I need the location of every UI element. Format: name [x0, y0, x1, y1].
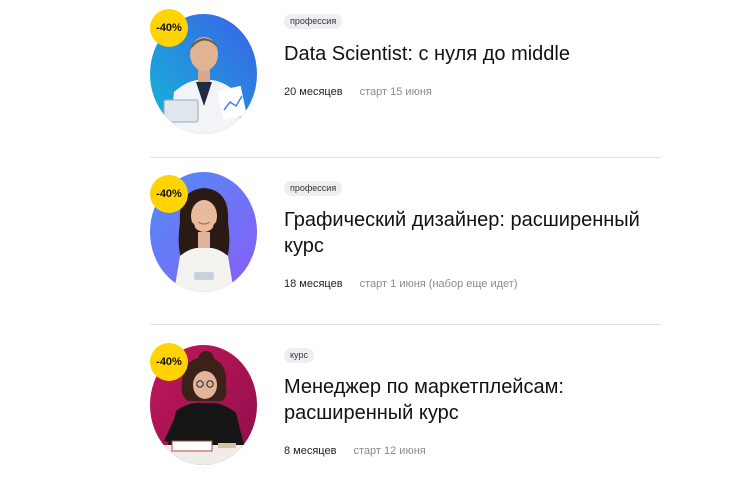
discount-badge: -40%	[150, 9, 188, 47]
course-duration: 8 месяцев	[284, 445, 337, 457]
course-start-date: старт 15 июня	[359, 86, 432, 98]
course-type-tag: курс	[284, 348, 314, 363]
course-title[interactable]: Менеджер по маркетплейсам: расширенный к…	[284, 374, 674, 426]
course-meta: 8 месяцев старт 12 июня	[284, 444, 426, 458]
course-card-graphic-designer[interactable]: -40% профессия Графический дизайнер: рас…	[0, 158, 750, 325]
course-list: -40% профессия Data Scientist: с нуля до…	[0, 0, 750, 480]
course-title[interactable]: Data Scientist: с нуля до middle	[284, 41, 674, 67]
course-duration: 18 месяцев	[284, 278, 343, 290]
discount-badge: -40%	[150, 343, 188, 381]
course-start-date: старт 12 июня	[353, 445, 426, 457]
course-meta: 20 месяцев старт 15 июня	[284, 85, 432, 99]
course-duration: 20 месяцев	[284, 86, 343, 98]
discount-badge: -40%	[150, 175, 188, 213]
course-card-data-scientist[interactable]: -40% профессия Data Scientist: с нуля до…	[0, 0, 750, 158]
course-title[interactable]: Графический дизайнер: расширенный курс	[284, 207, 674, 259]
course-type-tag: профессия	[284, 181, 343, 196]
course-type-tag: профессия	[284, 14, 343, 29]
course-start-date: старт 1 июня (набор еще идет)	[359, 278, 518, 290]
course-meta: 18 месяцев старт 1 июня (набор еще идет)	[284, 277, 517, 291]
course-card-marketplace-manager[interactable]: -40% курс Менеджер по маркетплейсам: рас…	[0, 325, 750, 480]
